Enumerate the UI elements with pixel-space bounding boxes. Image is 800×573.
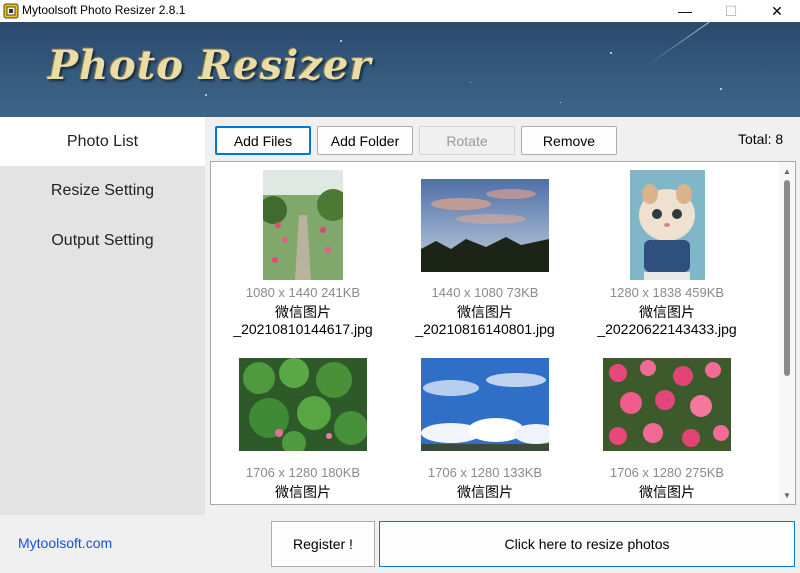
- photo-name-suffix: _20210810144617.jpg: [233, 321, 373, 337]
- header-banner: Photo Resizer: [0, 22, 800, 117]
- photo-tile[interactable]: 1440 x 1080 73KB 微信图片 _20210816140801.jp…: [395, 164, 575, 344]
- lotus-leaves-photo-icon: [239, 358, 367, 451]
- blue-sky-clouds-photo-icon: [421, 358, 549, 451]
- add-files-button[interactable]: Add Files: [215, 126, 311, 155]
- photo-name: 微信图片: [275, 484, 331, 500]
- sidebar-item-output-setting[interactable]: Output Setting: [0, 216, 205, 266]
- photo-name: 微信图片: [457, 304, 513, 320]
- photo-tile[interactable]: 1706 x 1280 133KB 微信图片: [395, 344, 575, 504]
- sidebar-item-photo-list[interactable]: Photo List: [0, 117, 205, 166]
- sidebar: Photo List Resize Setting Output Setting: [0, 117, 205, 515]
- photo-tile[interactable]: 1706 x 1280 275KB 微信图片: [577, 344, 757, 504]
- star-decoration: [560, 102, 561, 103]
- vertical-scrollbar[interactable]: ▲ ▼: [779, 162, 795, 504]
- website-link[interactable]: Mytoolsoft.com: [18, 535, 112, 551]
- scroll-up-icon[interactable]: ▲: [779, 164, 795, 178]
- sidebar-item-resize-setting[interactable]: Resize Setting: [0, 166, 205, 216]
- scroll-down-icon[interactable]: ▼: [779, 488, 795, 502]
- photo-tile[interactable]: 1080 x 1440 241KB 微信图片 _20210810144617.j…: [213, 164, 393, 344]
- photo-name: 微信图片: [457, 484, 513, 500]
- shooting-star-decoration: [646, 22, 714, 66]
- total-count: Total: 8: [738, 131, 784, 147]
- scroll-thumb[interactable]: [784, 180, 790, 376]
- star-decoration: [470, 82, 471, 83]
- photo-meta: 1706 x 1280 275KB: [609, 465, 725, 480]
- photo-name-suffix: _20220622143433.jpg: [597, 321, 737, 337]
- cat-photo-icon: [630, 170, 705, 280]
- star-decoration: [720, 88, 722, 90]
- add-folder-button[interactable]: Add Folder: [317, 126, 413, 155]
- star-decoration: [205, 94, 207, 96]
- photo-name: 微信图片: [639, 484, 695, 500]
- sunset-sky-photo-icon: [421, 179, 549, 272]
- photo-name: 微信图片: [275, 304, 331, 320]
- title-bar: Mytoolsoft Photo Resizer 2.8.1 — ☐ ✕: [0, 0, 800, 22]
- photo-meta: 1080 x 1440 241KB: [245, 285, 361, 300]
- photo-list[interactable]: 1080 x 1440 241KB 微信图片 _20210810144617.j…: [210, 161, 796, 505]
- window-title: Mytoolsoft Photo Resizer 2.8.1: [22, 3, 186, 17]
- photo-tile[interactable]: 1706 x 1280 180KB 微信图片: [213, 344, 393, 504]
- garden-path-photo-icon: [263, 170, 343, 280]
- photo-meta: 1706 x 1280 180KB: [245, 465, 361, 480]
- maximize-button[interactable]: ☐: [708, 0, 754, 22]
- pink-roses-photo-icon: [603, 358, 731, 451]
- remove-button[interactable]: Remove: [521, 126, 617, 155]
- photo-meta: 1706 x 1280 133KB: [427, 465, 543, 480]
- photo-name: 微信图片: [639, 304, 695, 320]
- minimize-button[interactable]: —: [662, 0, 708, 22]
- photo-meta: 1280 x 1838 459KB: [609, 285, 725, 300]
- sidebar-filler: [0, 266, 205, 515]
- app-icon: [3, 3, 19, 19]
- photo-name-suffix: _20210816140801.jpg: [415, 321, 555, 337]
- banner-title: Photo Resizer: [48, 42, 372, 89]
- star-decoration: [610, 52, 612, 54]
- photo-tile[interactable]: 1280 x 1838 459KB 微信图片 _20220622143433.j…: [577, 164, 757, 344]
- resize-photos-button[interactable]: Click here to resize photos: [379, 521, 795, 567]
- register-button[interactable]: Register !: [271, 521, 375, 567]
- photo-meta: 1440 x 1080 73KB: [431, 285, 539, 300]
- rotate-button[interactable]: Rotate: [419, 126, 515, 155]
- close-button[interactable]: ✕: [754, 0, 800, 22]
